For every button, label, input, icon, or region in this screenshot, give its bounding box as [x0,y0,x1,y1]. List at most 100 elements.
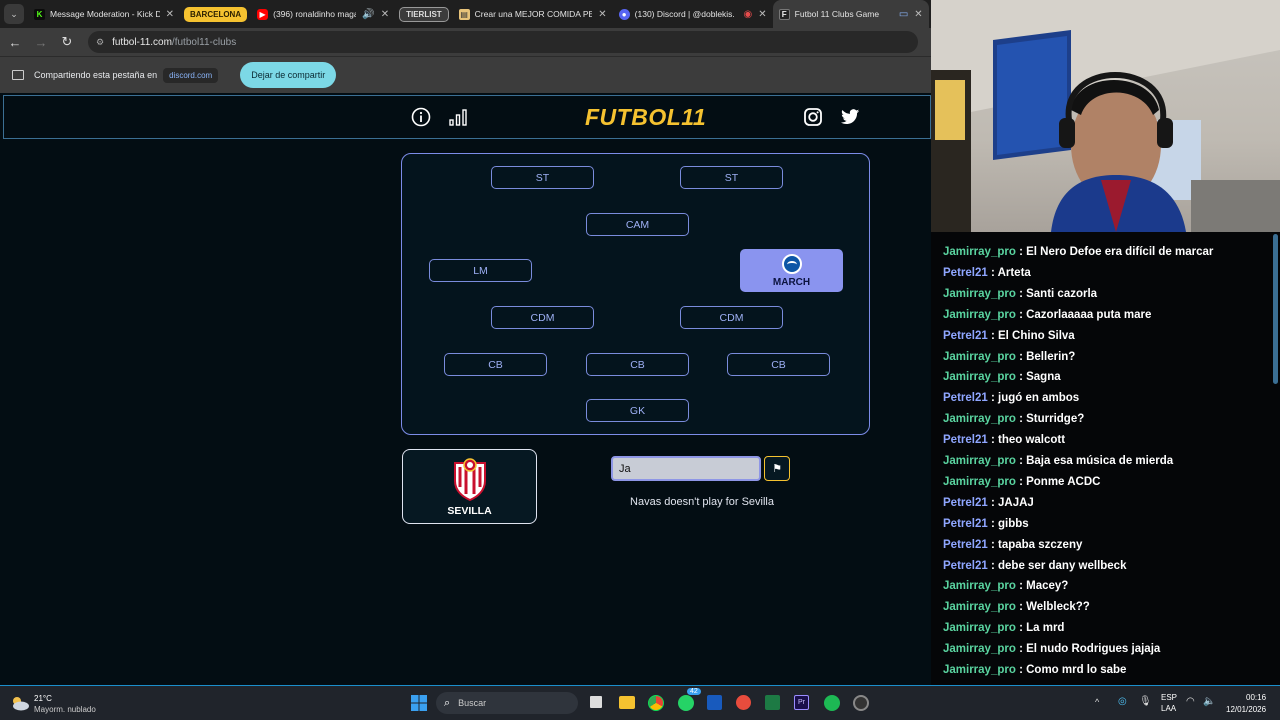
microphone-icon[interactable]: 🎙 [1139,696,1152,707]
url-path: /futbol11-clubs [171,36,237,48]
chat-separator: : [987,559,998,572]
position-slot-lm[interactable]: LM [429,259,532,282]
chat-username[interactable]: Petrel21 [943,539,988,551]
chat-message: Petrel21 : gibbs [943,518,1029,530]
position-slot-gk[interactable]: GK [586,399,689,422]
chat-username[interactable]: Jamirray_pro [943,476,1016,488]
chat-username[interactable]: Jamirray_pro [943,288,1016,300]
sevilla-crest-icon [453,457,486,501]
chevron-up-icon[interactable]: ^ [1095,697,1099,707]
task-view-icon[interactable] [590,696,602,708]
close-icon[interactable]: ✕ [381,9,389,20]
chat-username[interactable]: Jamirray_pro [943,622,1016,634]
tab-search-button[interactable]: ⌄ [4,4,24,24]
chat-username[interactable]: Petrel21 [943,560,988,572]
clock-date[interactable]: 12/01/2026 [1226,705,1266,714]
chat-text: gibbs [998,517,1029,530]
search-icon: ⌕ [444,696,451,709]
tab-youtube[interactable]: ▶ (396) ronaldinho magalenha 🔊 ✕ [251,0,395,28]
position-slot-cdm[interactable]: CDM [680,306,783,329]
windows-start-icon[interactable] [411,695,427,711]
chat-username[interactable]: Petrel21 [943,330,988,342]
give-up-button[interactable]: ⚑ [764,456,790,481]
site-info-icon[interactable]: ⚙ [96,37,104,48]
chat-separator: : [987,496,998,509]
position-slot-cb[interactable]: CB [586,353,689,376]
app-icon[interactable] [736,695,751,710]
share-target-chip[interactable]: discord.com [163,67,219,83]
chat-scrollbar[interactable] [1273,234,1278,384]
spotify-icon[interactable] [824,695,840,711]
premiere-icon[interactable]: Pr [794,695,809,710]
close-icon[interactable]: ✕ [166,9,174,20]
forward-arrow-icon[interactable]: → [28,35,54,50]
tab-discord[interactable]: ● (130) Discord | @doblekis. ◉ ✕ [613,0,773,28]
clock-time[interactable]: 00:16 [1246,693,1266,702]
position-slot-cb[interactable]: CB [727,353,830,376]
speaker-icon[interactable]: 🔊 [362,9,374,20]
chat-username[interactable]: Jamirray_pro [943,580,1016,592]
chat-message: Jamirray_pro : Bellerin? [943,351,1075,363]
chat-username[interactable]: Jamirray_pro [943,601,1016,613]
tray-app-icon[interactable]: ◎ [1118,696,1127,707]
url-field[interactable]: ⚙ futbol-11.com/futbol11-clubs [88,31,918,53]
whatsapp-icon[interactable] [678,695,694,711]
position-slot-cdm[interactable]: CDM [491,306,594,329]
chat-username[interactable]: Petrel21 [943,434,988,446]
wifi-icon[interactable]: ◠ [1186,696,1195,707]
chat-text: Santi cazorla [1026,287,1098,300]
chat-text: Baja esa música de mierda [1026,455,1174,467]
word-icon[interactable] [707,695,722,710]
position-slot-st[interactable]: ST [491,166,594,189]
file-explorer-icon[interactable] [619,696,635,709]
instagram-icon[interactable] [802,106,824,128]
chrome-icon[interactable] [648,695,664,711]
keyboard-layout[interactable]: LAA [1161,704,1176,713]
excel-icon[interactable] [765,695,780,710]
close-icon[interactable]: ✕ [914,9,922,20]
close-icon[interactable]: ✕ [758,9,766,20]
tab-group-tierlist[interactable]: TIERLIST [399,6,449,22]
info-icon[interactable] [410,106,432,128]
chat-text: Bellerin? [1026,350,1076,363]
player-guess-input[interactable] [611,456,761,481]
position-slot-cb[interactable]: CB [444,353,547,376]
weather-desc[interactable]: Mayorm. nublado [34,705,96,714]
taskbar-search-box[interactable]: ⌕ Buscar [436,692,578,714]
tab-kick[interactable]: K Message Moderation - Kick Da ✕ [28,0,180,28]
position-slot-st[interactable]: ST [680,166,783,189]
tab-futbol11[interactable]: F Futbol 11 Clubs Game ▭ ✕ [772,0,929,28]
stop-sharing-button[interactable]: Dejar de compartir [240,62,337,88]
chat-text: El Nero Defoe era difícil de marcar [1026,246,1214,258]
streamer-photo [931,0,1280,232]
weather-temp[interactable]: 21°C [34,694,52,703]
chat-username[interactable]: Jamirray_pro [943,664,1016,676]
chat-username[interactable]: Petrel21 [943,518,988,530]
chat-username[interactable]: Jamirray_pro [943,371,1016,383]
chat-username[interactable]: Jamirray_pro [943,643,1016,655]
volume-icon[interactable]: 🔈 [1203,696,1215,707]
position-slot-cam[interactable]: CAM [586,213,689,236]
reload-icon[interactable]: ↻ [54,34,80,50]
position-slot-rm-filled[interactable]: MARCH [740,249,843,292]
close-icon[interactable]: ✕ [598,9,606,20]
chat-username[interactable]: Jamirray_pro [943,351,1016,363]
futbol11-logo[interactable]: FUTBOL11 [585,104,706,131]
tab-tierlist[interactable]: ▤ Crear una MEJOR COMIDA PER ✕ [453,0,613,28]
back-arrow-icon[interactable]: ← [2,35,28,50]
chat-username[interactable]: Jamirray_pro [943,413,1016,425]
language-indicator[interactable]: ESP [1161,693,1177,702]
tab-group-barcelona[interactable]: BARCELONA [184,6,248,22]
chevron-down-icon: ⌄ [10,8,18,19]
chat-username[interactable]: Petrel21 [943,267,988,279]
obs-icon[interactable] [853,695,869,711]
chat-username[interactable]: Petrel21 [943,392,988,404]
twitter-icon[interactable] [839,106,861,128]
chat-message: Jamirray_pro : Como mrd lo sabe [943,664,1126,676]
stats-icon[interactable] [447,106,469,128]
club-card: SEVILLA [402,449,537,524]
chat-username[interactable]: Petrel21 [943,497,988,509]
chat-username[interactable]: Jamirray_pro [943,309,1016,321]
chat-username[interactable]: Jamirray_pro [943,246,1016,258]
chat-username[interactable]: Jamirray_pro [943,455,1016,467]
